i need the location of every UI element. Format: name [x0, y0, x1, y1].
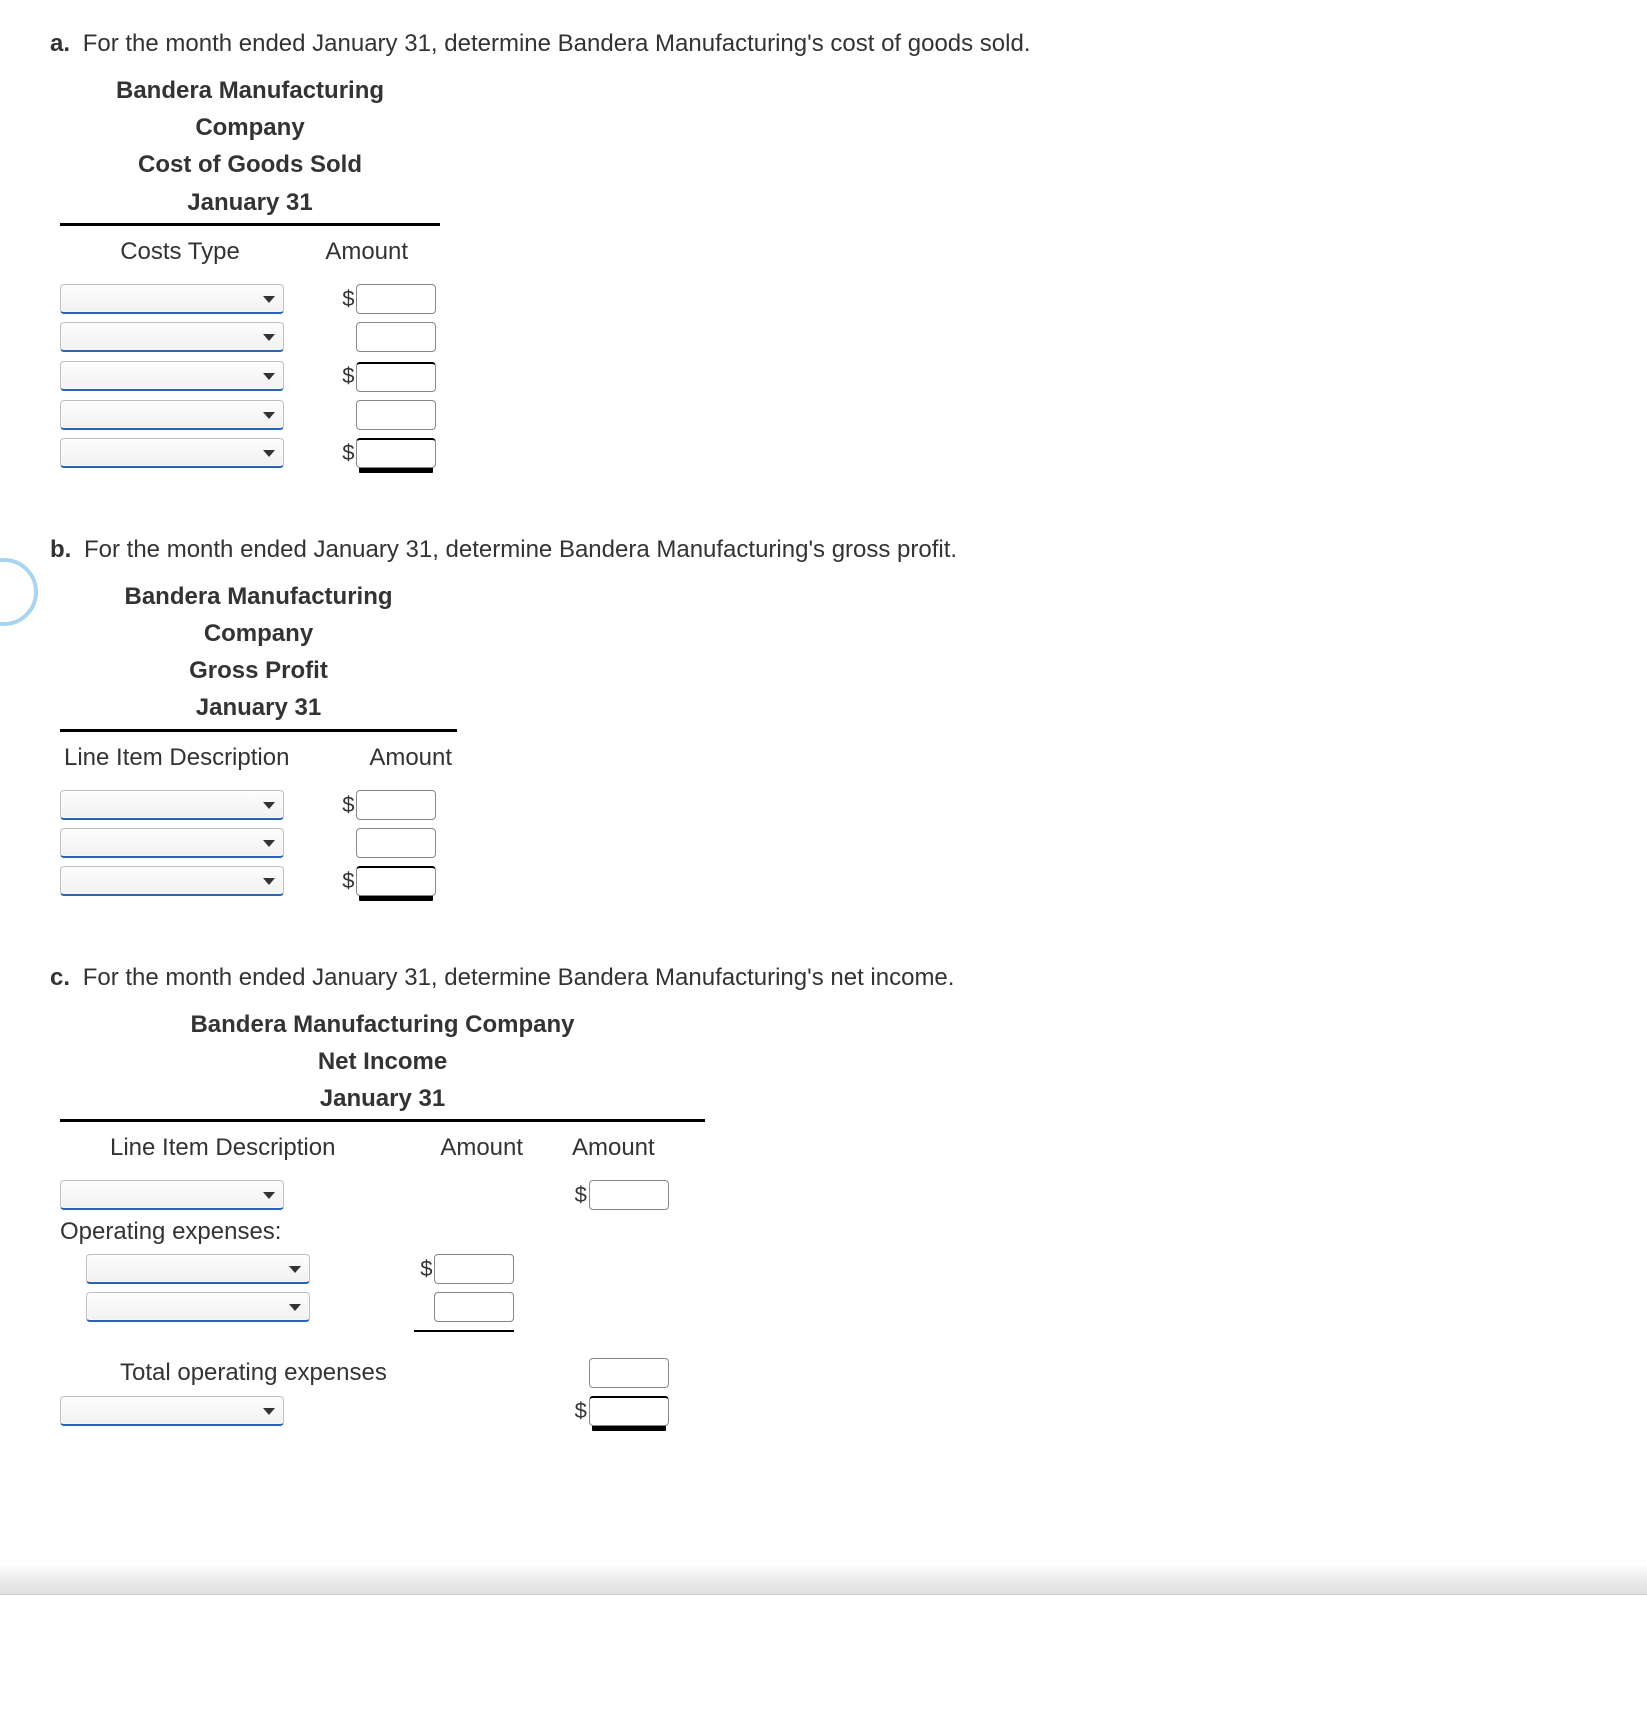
table-row: $: [60, 360, 440, 392]
schedule-c-col-heads: Line Item Description Amount Amount: [60, 1128, 705, 1172]
dollar-sign: $: [571, 1398, 589, 1424]
question-a-letter: a.: [50, 30, 76, 57]
schedule-a-title-3: Cost of Goods Sold: [60, 146, 440, 183]
question-b: b. For the month ended January 31, deter…: [50, 536, 1597, 904]
line-item-select[interactable]: [60, 790, 284, 820]
costs-type-select[interactable]: [60, 361, 284, 391]
question-c: c. For the month ended January 31, deter…: [50, 964, 1597, 1435]
table-row: $: [60, 1396, 705, 1426]
line-item-select[interactable]: [60, 1180, 284, 1210]
schedule-a-col-left: Costs Type: [60, 238, 300, 266]
dollar-spacer: [571, 1360, 589, 1386]
question-a-text: For the month ended January 31, determin…: [83, 30, 1031, 57]
question-b-line: b. For the month ended January 31, deter…: [50, 536, 1597, 564]
table-row: [60, 1292, 705, 1322]
amount-input[interactable]: [356, 866, 436, 896]
schedule-a-title-2: Company: [60, 109, 440, 146]
line-item-select[interactable]: [86, 1292, 310, 1322]
schedule-a-col-right: Amount: [307, 238, 427, 266]
table-row: $: [60, 866, 461, 896]
dollar-spacer: [338, 830, 356, 856]
dollar-sign: $: [571, 1182, 589, 1208]
schedule-c-title-block: Bandera Manufacturing Company Net Income…: [60, 1006, 705, 1123]
schedule-a-col-heads: Costs Type Amount: [60, 232, 440, 276]
table-row: Operating expenses:: [60, 1218, 705, 1246]
schedule-c: Bandera Manufacturing Company Net Income…: [60, 1006, 705, 1435]
amount-input[interactable]: [356, 438, 436, 468]
question-b-letter: b.: [50, 536, 77, 563]
dollar-sign: $: [338, 363, 356, 389]
schedule-b-col-left: Line Item Description: [60, 744, 354, 772]
line-item-select[interactable]: [60, 828, 284, 858]
table-row: [60, 1330, 705, 1354]
schedule-b: Bandera Manufacturing Company Gross Prof…: [60, 578, 461, 904]
line-item-select[interactable]: [86, 1254, 310, 1284]
schedule-b-col-right: Amount: [361, 744, 461, 772]
amount-input[interactable]: [589, 1180, 669, 1210]
question-c-text: For the month ended January 31, determin…: [83, 964, 955, 991]
schedule-b-title-1: Bandera Manufacturing: [60, 578, 457, 615]
schedule-c-col-mid: Amount: [417, 1134, 547, 1162]
schedule-c-title-3: January 31: [60, 1080, 705, 1117]
line-item-select[interactable]: [60, 1396, 284, 1426]
amount-input[interactable]: [434, 1292, 514, 1322]
table-row: [60, 828, 461, 858]
table-row: [60, 400, 440, 430]
operating-expenses-label: Operating expenses:: [60, 1218, 360, 1246]
amount-input[interactable]: [356, 828, 436, 858]
question-c-line: c. For the month ended January 31, deter…: [50, 964, 1597, 992]
schedule-b-title-4: January 31: [60, 689, 457, 726]
amount-input[interactable]: [356, 322, 436, 352]
dollar-spacer: [338, 324, 356, 350]
dollar-spacer: [338, 402, 356, 428]
page-indicator-circle: [0, 558, 38, 626]
table-row: $: [60, 438, 440, 468]
question-b-text: For the month ended January 31, determin…: [84, 536, 957, 563]
dollar-sign: $: [338, 868, 356, 894]
schedule-b-title-2: Company: [60, 615, 457, 652]
question-a: a. For the month ended January 31, deter…: [50, 30, 1597, 476]
question-a-line: a. For the month ended January 31, deter…: [50, 30, 1597, 58]
question-c-letter: c.: [50, 964, 76, 991]
line-item-select[interactable]: [60, 866, 284, 896]
costs-type-select[interactable]: [60, 322, 284, 352]
amount-input[interactable]: [434, 1254, 514, 1284]
table-row: $: [60, 790, 461, 820]
schedule-c-title-2: Net Income: [60, 1043, 705, 1080]
table-row: $: [60, 284, 440, 314]
dollar-sign: $: [338, 792, 356, 818]
schedule-a-title-block: Bandera Manufacturing Company Cost of Go…: [60, 72, 440, 226]
schedule-b-title-block: Bandera Manufacturing Company Gross Prof…: [60, 578, 457, 732]
total-operating-expenses-label: Total operating expenses: [60, 1359, 360, 1387]
amount-input[interactable]: [356, 400, 436, 430]
table-row: $: [60, 1180, 705, 1210]
dollar-sign: $: [338, 286, 356, 312]
footer-gradient: [0, 1564, 1647, 1595]
dollar-sign: $: [416, 1256, 434, 1282]
amount-input[interactable]: [356, 790, 436, 820]
schedule-a-title-1: Bandera Manufacturing: [60, 72, 440, 109]
schedule-a-title-4: January 31: [60, 184, 440, 221]
schedule-c-title-1: Bandera Manufacturing Company: [60, 1006, 705, 1043]
costs-type-select[interactable]: [60, 438, 284, 468]
costs-type-select[interactable]: [60, 284, 284, 314]
amount-input[interactable]: [356, 362, 436, 392]
table-row: [60, 322, 440, 352]
amount-input[interactable]: [589, 1358, 669, 1388]
amount-input[interactable]: [589, 1396, 669, 1426]
schedule-b-title-3: Gross Profit: [60, 652, 457, 689]
table-row: $: [60, 1254, 705, 1284]
schedule-b-col-heads: Line Item Description Amount: [60, 738, 461, 782]
schedule-c-col-right: Amount: [553, 1134, 673, 1162]
costs-type-select[interactable]: [60, 400, 284, 430]
amount-input[interactable]: [356, 284, 436, 314]
schedule-c-col-left: Line Item Description: [60, 1134, 410, 1162]
schedule-a: Bandera Manufacturing Company Cost of Go…: [60, 72, 440, 476]
table-row: Total operating expenses: [60, 1358, 705, 1388]
dollar-sign: $: [338, 440, 356, 466]
dollar-spacer: [416, 1294, 434, 1320]
